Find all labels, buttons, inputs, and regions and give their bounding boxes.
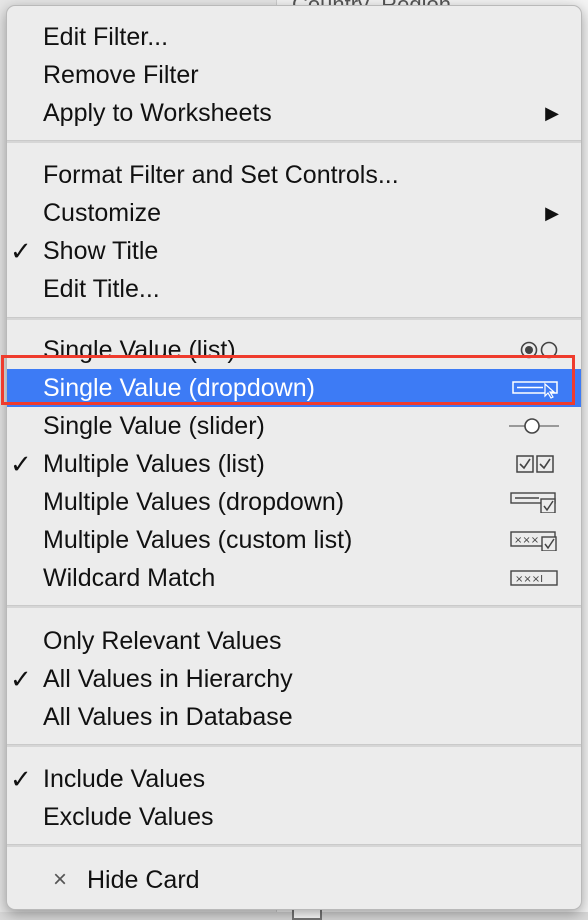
menu-item-multiple-values-custom-list[interactable]: Multiple Values (custom list) ××× — [7, 521, 581, 559]
dropdown-icon — [509, 377, 559, 399]
menu-item-label: All Values in Hierarchy — [43, 660, 293, 698]
menu-item-label: Format Filter and Set Controls... — [43, 156, 399, 194]
menu-item-exclude-values[interactable]: Exclude Values — [7, 798, 581, 836]
menu-item-include-values[interactable]: ✓ Include Values — [7, 760, 581, 798]
menu-item-label: Multiple Values (custom list) — [43, 521, 352, 559]
slider-icon — [509, 415, 559, 437]
wildcard-icon: ×××I — [509, 567, 559, 589]
menu-item-label: Remove Filter — [43, 56, 199, 94]
menu-item-label: All Values in Database — [43, 698, 293, 736]
menu-item-customize[interactable]: Customize ▶ — [7, 194, 581, 232]
menu-item-multiple-values-dropdown[interactable]: Multiple Values (dropdown) — [7, 483, 581, 521]
menu-item-label: Multiple Values (list) — [43, 445, 265, 483]
menu-item-label: Single Value (list) — [43, 331, 236, 369]
menu-item-label: Include Values — [43, 760, 205, 798]
menu-item-label: Exclude Values — [43, 798, 213, 836]
menu-item-all-values-in-database[interactable]: All Values in Database — [7, 698, 581, 736]
menu-separator — [7, 844, 581, 847]
menu-item-format-filter[interactable]: Format Filter and Set Controls... — [7, 156, 581, 194]
menu-item-label: Multiple Values (dropdown) — [43, 483, 344, 521]
menu-separator — [7, 744, 581, 747]
menu-item-label: Apply to Worksheets — [43, 94, 272, 132]
menu-item-only-relevant-values[interactable]: Only Relevant Values — [7, 622, 581, 660]
menu-item-show-title[interactable]: ✓ Show Title — [7, 232, 581, 270]
menu-separator — [7, 605, 581, 608]
menu-item-label: Edit Filter... — [43, 18, 168, 56]
menu-item-label: Show Title — [43, 232, 158, 270]
menu-item-single-value-dropdown[interactable]: Single Value (dropdown) — [7, 369, 581, 407]
menu-item-label: Edit Title... — [43, 270, 160, 308]
menu-item-wildcard-match[interactable]: Wildcard Match ×××I — [7, 559, 581, 597]
menu-item-label: Wildcard Match — [43, 559, 215, 597]
menu-item-label: Single Value (dropdown) — [43, 369, 315, 407]
submenu-arrow-icon: ▶ — [545, 94, 559, 132]
menu-item-label: Single Value (slider) — [43, 407, 265, 445]
checkmark-icon: ✓ — [10, 760, 32, 798]
menu-item-apply-to-worksheets[interactable]: Apply to Worksheets ▶ — [7, 94, 581, 132]
custom-list-icon-text: ××× — [514, 535, 539, 546]
checkmark-icon: ✓ — [10, 232, 32, 270]
context-menu: Edit Filter... Remove Filter Apply to Wo… — [6, 5, 582, 910]
submenu-arrow-icon: ▶ — [545, 194, 559, 232]
menu-item-all-values-in-hierarchy[interactable]: ✓ All Values in Hierarchy — [7, 660, 581, 698]
menu-separator — [7, 317, 581, 320]
checkbox-pair-icon — [509, 453, 559, 475]
close-icon: × — [53, 861, 67, 899]
menu-item-edit-filter[interactable]: Edit Filter... — [7, 18, 581, 56]
custom-list-icon: ××× — [509, 529, 559, 551]
menu-item-remove-filter[interactable]: Remove Filter — [7, 56, 581, 94]
menu-item-single-value-list[interactable]: Single Value (list) — [7, 331, 581, 369]
menu-item-edit-title[interactable]: Edit Title... — [7, 270, 581, 308]
checkmark-icon: ✓ — [10, 445, 32, 483]
menu-item-multiple-values-list[interactable]: ✓ Multiple Values (list) — [7, 445, 581, 483]
menu-item-label: Customize — [43, 194, 161, 232]
menu-item-hide-card[interactable]: × Hide Card — [7, 861, 581, 899]
menu-separator — [7, 140, 581, 143]
dropdown-check-icon — [509, 491, 559, 513]
checkmark-icon: ✓ — [10, 660, 32, 698]
wildcard-icon-text: ×××I — [515, 574, 543, 585]
radio-pair-icon — [509, 339, 559, 361]
menu-item-label: Hide Card — [87, 861, 200, 899]
menu-item-single-value-slider[interactable]: Single Value (slider) — [7, 407, 581, 445]
menu-item-label: Only Relevant Values — [43, 622, 282, 660]
